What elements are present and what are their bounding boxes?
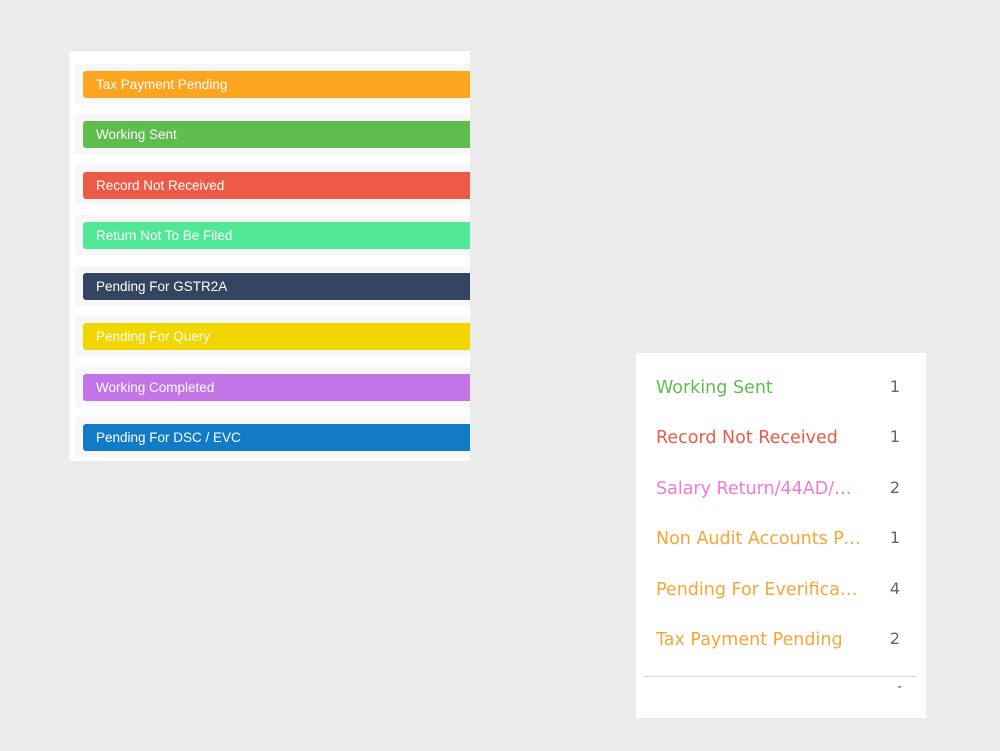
status-tax-payment-pending[interactable]: Tax Payment Pending bbox=[83, 71, 470, 98]
count-row-record-not-received[interactable]: Record Not Received 1 bbox=[656, 423, 902, 453]
status-record-not-received[interactable]: Record Not Received bbox=[83, 172, 470, 199]
status-row: Tax Payment Pending bbox=[75, 64, 470, 104]
count-label: Pending For Everification bbox=[656, 580, 861, 600]
count-row-non-audit-accounts[interactable]: Non Audit Accounts Pending 1 bbox=[656, 524, 902, 554]
count-row-salary-return[interactable]: Salary Return/44AD/44ADA 2 bbox=[656, 474, 902, 504]
status-working-sent[interactable]: Working Sent bbox=[83, 121, 470, 148]
count-row-working-sent[interactable]: Working Sent 1 bbox=[656, 373, 902, 403]
status-row: Pending For GSTR2A bbox=[75, 266, 470, 306]
count-label: Record Not Received bbox=[656, 428, 838, 448]
status-count-panel: Working Sent 1 Record Not Received 1 Sal… bbox=[636, 353, 926, 718]
count-value: 1 bbox=[889, 377, 900, 396]
status-row: Pending For DSC / EVC bbox=[75, 417, 470, 457]
status-row: Pending For Query bbox=[75, 316, 470, 356]
status-working-completed[interactable]: Working Completed bbox=[83, 374, 470, 401]
count-value: 2 bbox=[889, 629, 900, 648]
divider bbox=[644, 676, 916, 677]
status-row: Record Not Received bbox=[75, 165, 470, 205]
count-value: 1 bbox=[889, 427, 900, 446]
status-row: Working Sent bbox=[75, 114, 470, 154]
count-row-tax-payment-pending[interactable]: Tax Payment Pending 2 bbox=[656, 625, 902, 655]
count-value: 2 bbox=[889, 478, 900, 497]
status-row: Working Completed bbox=[75, 367, 470, 407]
count-label: Tax Payment Pending bbox=[656, 630, 843, 650]
status-return-not-to-be-filed[interactable]: Return Not To Be Filed bbox=[83, 222, 470, 249]
count-row-pending-everification[interactable]: Pending For Everification 4 bbox=[656, 575, 902, 605]
count-footer: - bbox=[896, 679, 902, 695]
count-value: 1 bbox=[889, 528, 900, 547]
status-pending-for-dsc-evc[interactable]: Pending For DSC / EVC bbox=[83, 424, 470, 451]
status-pending-for-gstr2a[interactable]: Pending For GSTR2A bbox=[83, 273, 470, 300]
count-label: Working Sent bbox=[656, 378, 773, 398]
count-value: 4 bbox=[889, 579, 900, 598]
status-row: Return Not To Be Filed bbox=[75, 215, 470, 255]
status-pending-for-query[interactable]: Pending For Query bbox=[83, 323, 470, 350]
count-label: Salary Return/44AD/44ADA bbox=[656, 479, 861, 499]
count-label: Non Audit Accounts Pending bbox=[656, 529, 861, 549]
status-label-panel: Tax Payment Pending Working Sent Record … bbox=[69, 51, 470, 461]
